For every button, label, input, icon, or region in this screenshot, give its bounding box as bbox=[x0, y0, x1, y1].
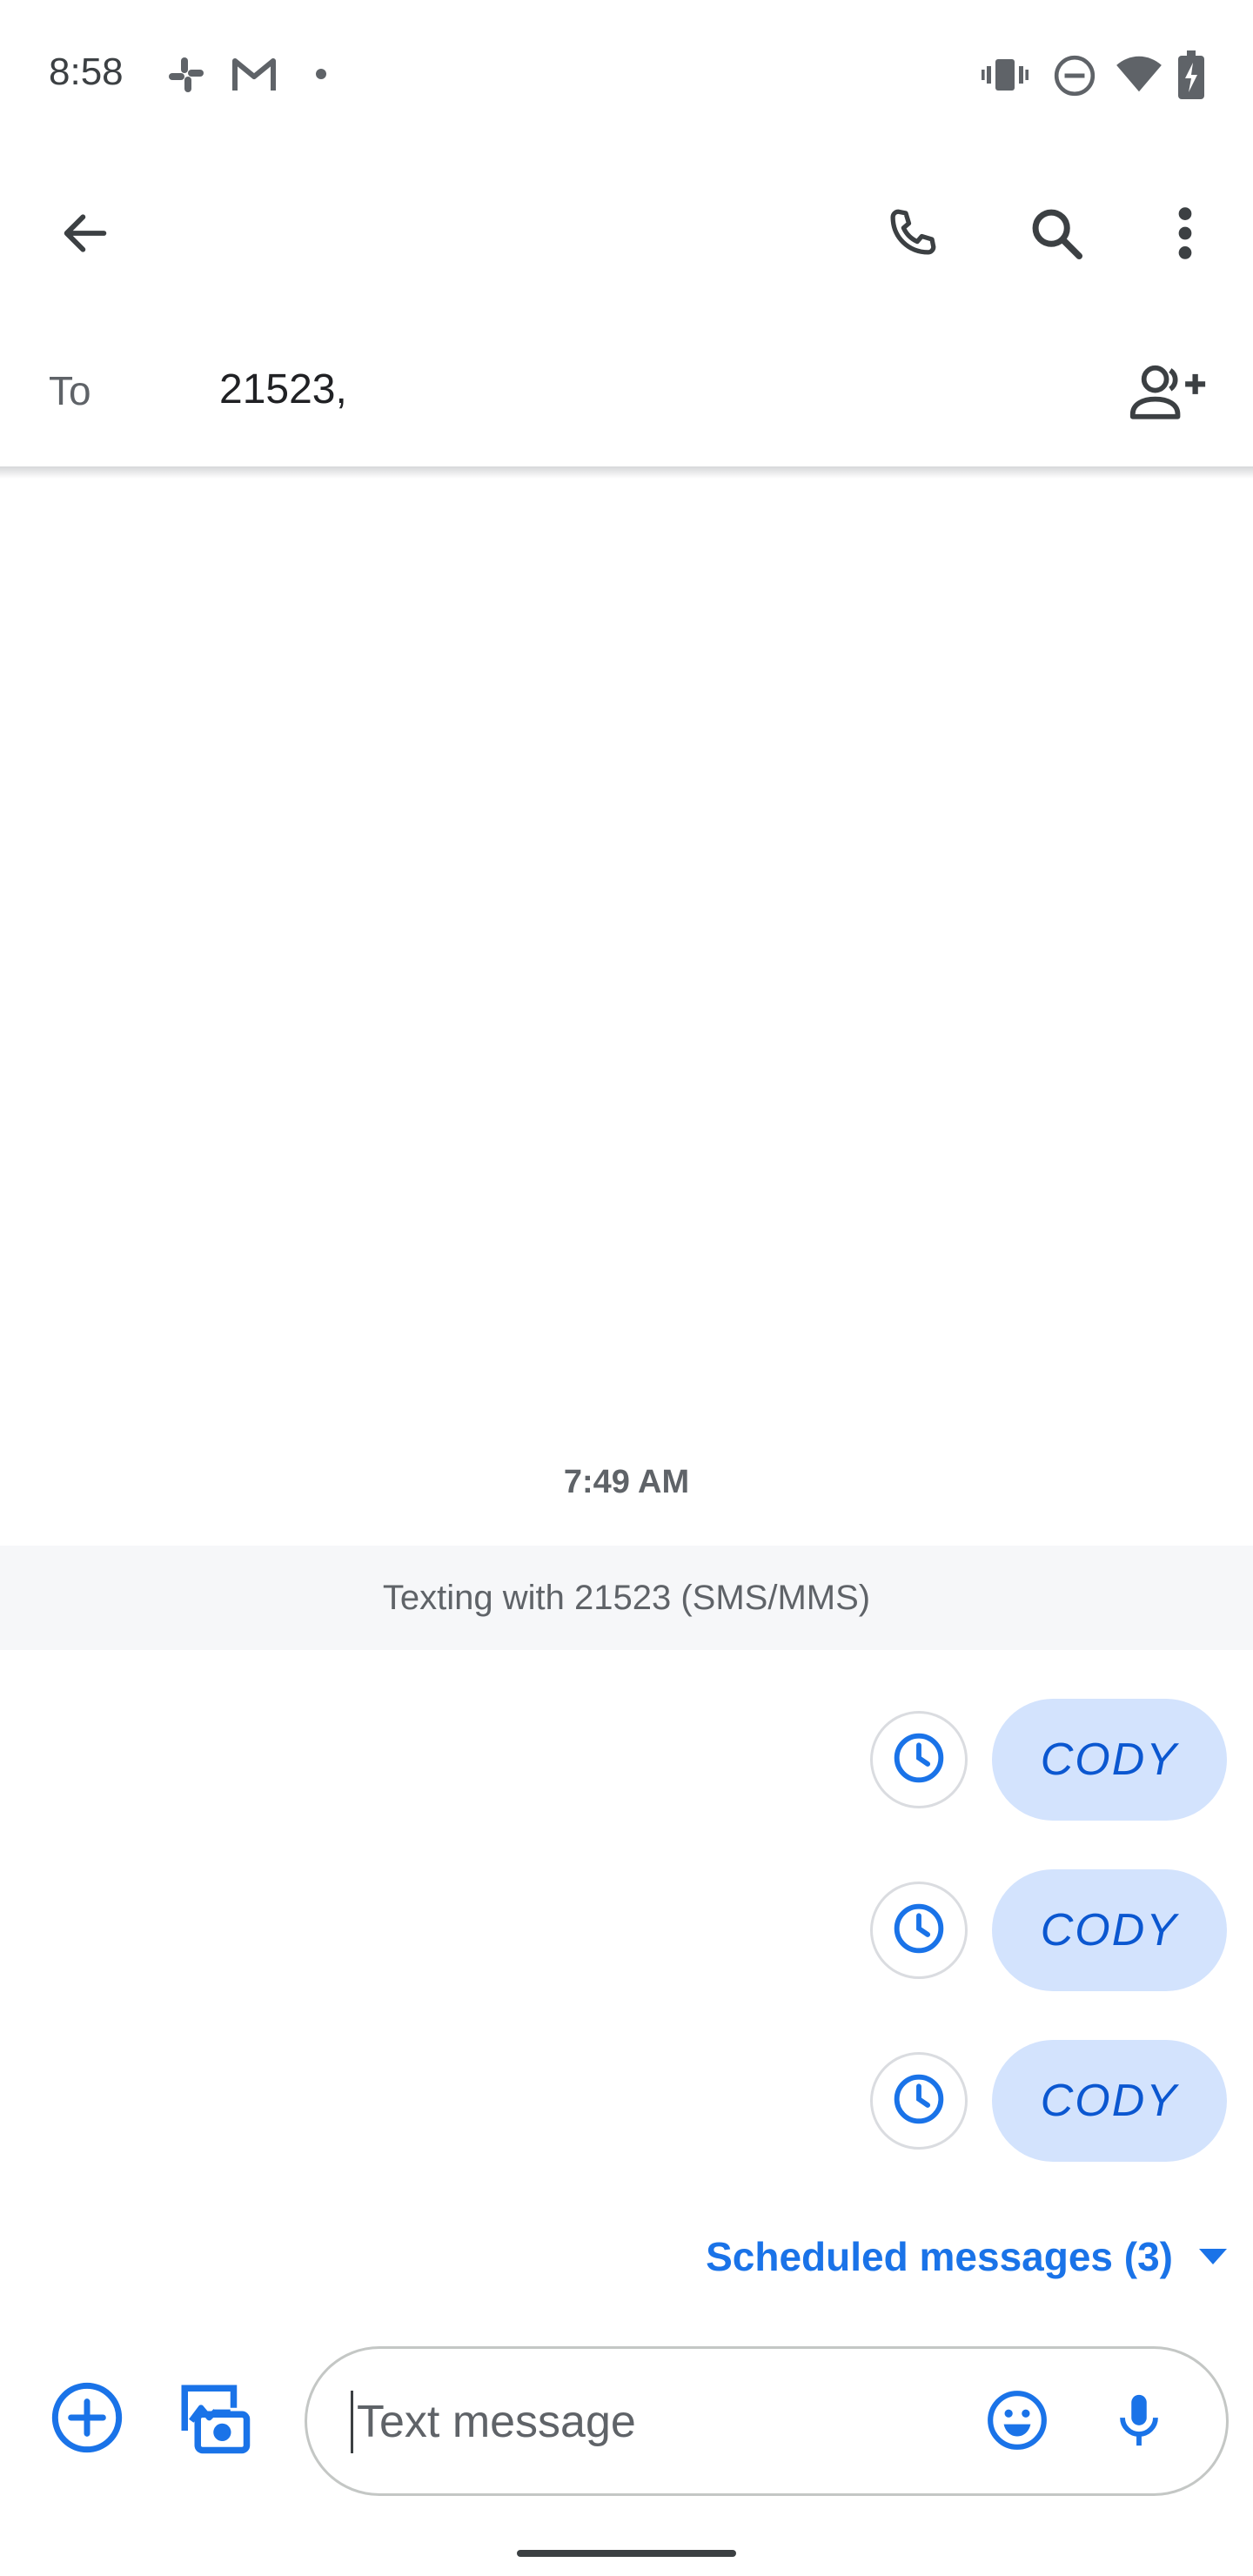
scheduled-messages-label: Scheduled messages (3) bbox=[706, 2234, 1173, 2279]
call-button[interactable] bbox=[860, 183, 964, 287]
add-circle-icon bbox=[49, 2379, 125, 2460]
voice-input-button[interactable] bbox=[1087, 2370, 1191, 2474]
clock-icon bbox=[891, 1730, 947, 1790]
message-timestamp: 7:49 AM bbox=[563, 1464, 690, 1500]
dropdown-arrow-icon bbox=[1199, 2249, 1227, 2264]
add-person-icon bbox=[1128, 361, 1208, 426]
add-contact-button[interactable] bbox=[1116, 341, 1220, 446]
scheduled-messages-toggle[interactable]: Scheduled messages (3) bbox=[706, 2233, 1227, 2280]
more-options-button[interactable] bbox=[1133, 183, 1237, 287]
status-bar: 8:58 bbox=[0, 0, 1253, 148]
more-vert-icon bbox=[1176, 205, 1194, 265]
message-row: CODY bbox=[869, 1869, 1227, 1991]
message-bubble[interactable]: CODY bbox=[991, 1699, 1227, 1821]
navigation-handle[interactable] bbox=[517, 2550, 736, 2557]
slack-icon bbox=[165, 54, 207, 100]
emoji-icon bbox=[985, 2388, 1049, 2457]
clock-icon bbox=[891, 1901, 947, 1961]
app-bar bbox=[0, 148, 1253, 322]
gallery-camera-button[interactable] bbox=[162, 2367, 266, 2472]
back-button[interactable] bbox=[33, 183, 137, 287]
to-label: To bbox=[49, 368, 91, 413]
recipient-field[interactable]: 21523, bbox=[219, 366, 347, 413]
battery-charging-icon bbox=[1178, 50, 1204, 104]
recipient-row: To 21523, bbox=[0, 322, 1253, 466]
emoji-button[interactable] bbox=[965, 2370, 1069, 2474]
search-button[interactable] bbox=[1004, 183, 1109, 287]
message-input[interactable] bbox=[351, 2391, 908, 2453]
compose-field bbox=[305, 2346, 1229, 2496]
compose-bar bbox=[0, 2341, 1253, 2498]
notification-dot-icon bbox=[315, 68, 327, 84]
message-bubble[interactable]: CODY bbox=[991, 1869, 1227, 1991]
vibrate-icon bbox=[982, 54, 1029, 100]
message-row: CODY bbox=[869, 2040, 1227, 2162]
status-time: 8:58 bbox=[49, 50, 124, 93]
header-divider bbox=[0, 466, 1253, 479]
scheduled-status-button[interactable] bbox=[869, 2052, 968, 2150]
message-bubble[interactable]: CODY bbox=[991, 2040, 1227, 2162]
wifi-icon bbox=[1116, 54, 1163, 98]
back-arrow-icon bbox=[57, 205, 113, 265]
do-not-disturb-icon bbox=[1053, 54, 1096, 102]
attach-button[interactable] bbox=[35, 2367, 139, 2472]
mic-icon bbox=[1109, 2390, 1169, 2455]
phone-icon bbox=[881, 203, 942, 268]
clock-icon bbox=[891, 2071, 947, 2131]
scheduled-status-button[interactable] bbox=[869, 1711, 968, 1808]
scheduled-status-button[interactable] bbox=[869, 1882, 968, 1979]
gmail-icon bbox=[231, 56, 277, 98]
sms-mode-banner: Texting with 21523 (SMS/MMS) bbox=[0, 1546, 1253, 1650]
gallery-camera-icon bbox=[175, 2378, 253, 2461]
message-row: CODY bbox=[869, 1699, 1227, 1821]
search-icon bbox=[1026, 203, 1087, 268]
